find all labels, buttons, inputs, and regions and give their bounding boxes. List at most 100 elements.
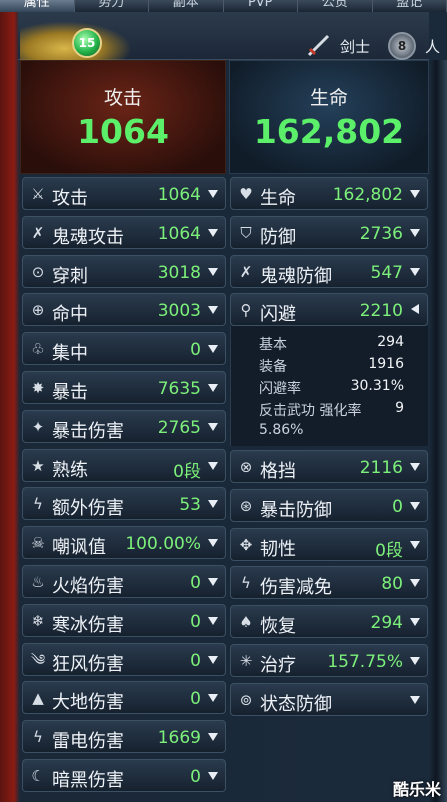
evade-rate-label: 闪避率 [259,381,301,397]
stat-name: 雷电伤害 [52,731,124,753]
stat-row[interactable]: ༄ 狂风伤害 0 [22,642,226,676]
earth-icon: ▲ [32,689,44,708]
focus-icon: ♧ [31,340,45,359]
stat-value: 3018 [157,262,201,283]
stat-name: 大地伤害 [52,692,124,714]
stat-row[interactable]: ✗ 鬼魂防御 547 [230,254,428,288]
stat-row[interactable]: ⊗ 格挡 2116 [230,450,428,483]
expand-arrow-icon[interactable] [208,655,218,664]
stat-name: 状态防御 [260,693,332,715]
crit-defense-icon: ⊛ [239,496,253,515]
stat-row[interactable]: ⊛ 暴击防御 0 [230,488,428,522]
evade-icon: ⚲ [240,301,252,320]
expand-arrow-icon[interactable] [208,461,218,470]
stat-row[interactable]: ✳ 治疗 157.75% [230,644,428,677]
tab-pvp[interactable]: PVP [223,0,298,12]
collapse-arrow-icon[interactable] [411,304,419,315]
stat-row[interactable]: ⊚ 状态防御 [230,682,428,716]
stat-name: 伤害减免 [260,577,332,599]
expand-arrow-icon[interactable] [208,578,218,586]
expand-arrow-icon[interactable] [208,267,218,276]
tab-forces[interactable]: 势力 [74,0,149,12]
stat-name: 恢复 [260,616,296,638]
stat-row[interactable]: ✗ 鬼魂攻击 1064 [22,215,226,249]
stat-row[interactable]: ★ 熟练 0段 [22,448,226,482]
heart-icon: ♥ [239,185,253,203]
expand-arrow-icon[interactable] [208,733,218,742]
stat-row[interactable]: ♨ 火焰伤害 0 [22,565,226,598]
hp-summary-panel: 生命 162,802 [229,60,429,174]
stat-name: 命中 [52,304,88,326]
expand-arrow-icon[interactable] [208,190,218,198]
stat-row[interactable]: ❄ 寒冰伤害 0 [22,603,226,637]
stat-row[interactable]: ♧ 集中 0 [22,332,226,366]
expand-arrow-icon[interactable] [410,618,420,627]
expand-arrow-icon[interactable] [208,539,218,548]
stat-name: 寒冰伤害 [52,614,124,636]
expand-arrow-icon[interactable] [208,772,218,780]
expand-arrow-icon[interactable] [410,190,420,198]
expand-arrow-icon[interactable] [208,616,218,625]
scrollbar-track[interactable] [429,60,447,802]
stat-name: 暴击 [52,382,88,403]
expand-arrow-icon[interactable] [410,463,420,471]
stat-row[interactable]: ♠ 恢复 294 [230,605,428,639]
expand-arrow-icon[interactable] [208,422,218,431]
expand-arrow-icon[interactable] [410,228,420,237]
block-icon: ⊗ [239,458,253,476]
expand-arrow-icon[interactable] [208,306,218,315]
stat-value: 53 [179,495,201,516]
stat-name: 闪避 [260,304,296,326]
stat-row[interactable]: ϟ 伤害减免 80 [230,566,428,600]
tab-records[interactable]: 盟记 [372,0,447,12]
expand-arrow-icon[interactable] [208,500,218,509]
stat-row[interactable]: ϟ 雷电伤害 1669 [22,720,226,754]
tab-attributes[interactable]: 属性 [0,0,75,12]
target-icon: ⊕ [31,301,45,320]
stat-row[interactable]: ⊙ 穿刺 3018 [22,254,226,288]
stat-row[interactable]: ϟ 额外伤害 53 [22,487,226,521]
stat-row[interactable]: ⛉ 防御 2736 [230,215,428,249]
stat-row[interactable]: ▲ 大地伤害 0 [22,681,226,715]
burst-icon: ✸ [31,379,45,397]
stat-row[interactable]: ✥ 韧性 0段 [230,527,428,561]
expand-arrow-icon[interactable] [410,695,420,704]
stat-value: 0 [190,340,201,361]
attack-summary-title: 攻击 [103,87,142,109]
expand-arrow-icon[interactable] [208,345,218,354]
stat-row[interactable]: ✸ 暴击 7635 [22,371,226,404]
evade-rate-value: 30.31% [350,378,404,394]
stat-row[interactable]: ☠ 嘲讽值 100.00% [22,526,226,560]
ghost-defense-icon: ✗ [239,262,253,281]
expand-arrow-icon[interactable] [208,694,218,703]
expand-arrow-icon[interactable] [208,228,218,237]
expand-arrow-icon[interactable] [208,384,218,392]
stat-row[interactable]: ✦ 暴击伤害 2765 [22,409,226,443]
stat-row[interactable]: ☾ 暗黑伤害 0 [22,759,226,792]
tab-bar: 属性 势力 副本 PVP 公贡 盟记 [0,0,447,12]
shield-icon: ⛉ [240,223,252,242]
expand-arrow-icon[interactable] [410,501,420,510]
expand-arrow-icon[interactable] [410,579,420,588]
ghost-sword-icon: ✗ [31,223,45,242]
extra-damage-icon: ϟ [33,495,43,514]
stat-row[interactable]: ⚲ 闪避 2210 [230,293,428,327]
tab-contribution[interactable]: 公贡 [298,0,373,12]
expand-arrow-icon[interactable] [410,540,420,549]
stat-value: 1669 [157,728,201,749]
expand-arrow-icon[interactable] [410,267,420,276]
stat-name: 集中 [52,343,88,365]
expand-arrow-icon[interactable] [410,657,420,665]
counter-rate-value: 9 [395,400,404,416]
level-badge: 15 [72,28,102,58]
stat-row[interactable]: ⚔ 攻击 1064 [22,177,226,210]
damage-reduction-icon: ϟ [241,574,251,593]
tab-dungeon[interactable]: 副本 [149,0,224,12]
stat-row[interactable]: ♥ 生命 162,802 [230,177,428,210]
stat-row[interactable]: ⊕ 命中 3003 [22,293,226,327]
evade-base-label: 基本 [259,337,287,353]
stat-value: 2210 [359,301,403,322]
hp-summary-title: 生命 [309,87,348,109]
stat-value: 1064 [157,223,201,244]
stat-name: 嘲讽值 [52,537,106,559]
